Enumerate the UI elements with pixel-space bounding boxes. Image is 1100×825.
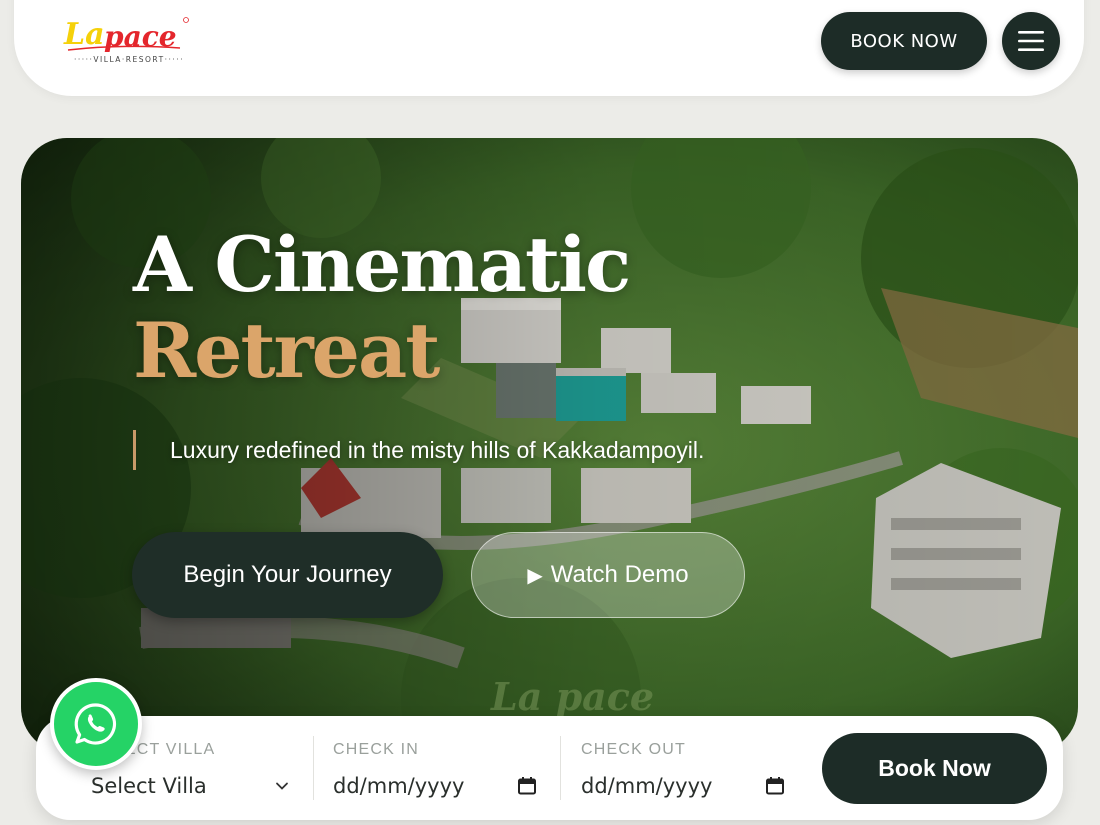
calendar-icon[interactable]: [517, 776, 537, 796]
hero-tagline: Luxury redefined in the misty hills of K…: [133, 430, 704, 470]
chevron-down-icon: [276, 782, 288, 790]
brand-logo[interactable]: La pace ·····VILLA·RESORT·····: [62, 10, 192, 66]
hero-watermark: La pace: [490, 674, 654, 719]
site-header: La pace ·····VILLA·RESORT····· BOOK NOW: [14, 0, 1084, 96]
checkout-input[interactable]: dd/mm/yyyy: [581, 774, 712, 798]
menu-button[interactable]: [1002, 12, 1060, 70]
watch-demo-button[interactable]: ▶ Watch Demo: [471, 532, 745, 618]
checkin-label: CHECK IN: [333, 741, 420, 758]
checkout-field[interactable]: CHECK OUT dd/mm/yyyy: [581, 716, 801, 820]
villa-value: Select Villa: [91, 774, 207, 798]
svg-text:pace: pace: [104, 20, 177, 53]
hero-title-line2: Retreat: [133, 306, 440, 395]
play-icon: ▶: [527, 564, 543, 587]
header-book-now-button[interactable]: BOOK NOW: [821, 12, 987, 70]
logo-graphic: La pace ·····VILLA·RESORT·····: [63, 17, 189, 64]
hero-section: La pace A Cinematic Retreat Luxury redef…: [21, 138, 1078, 753]
booking-bar: SELECT VILLA Select Villa CHECK IN dd/mm…: [36, 716, 1063, 820]
watch-demo-label: Watch Demo: [550, 561, 689, 588]
field-divider: [560, 736, 561, 800]
checkout-label: CHECK OUT: [581, 741, 687, 758]
whatsapp-button[interactable]: [50, 678, 142, 770]
booking-submit-button[interactable]: Book Now: [822, 733, 1047, 804]
checkin-input[interactable]: dd/mm/yyyy: [333, 774, 464, 798]
hero-title: A Cinematic Retreat: [133, 220, 631, 395]
whatsapp-icon: [74, 703, 117, 745]
calendar-icon[interactable]: [765, 776, 785, 796]
begin-journey-button[interactable]: Begin Your Journey: [132, 532, 443, 618]
checkin-field[interactable]: CHECK IN dd/mm/yyyy: [333, 716, 553, 820]
svg-text:·····VILLA·RESORT·····: ·····VILLA·RESORT·····: [74, 55, 184, 64]
hero-title-line1: A Cinematic: [133, 220, 631, 309]
field-divider: [313, 736, 314, 800]
hamburger-menu-icon: [1018, 31, 1044, 51]
